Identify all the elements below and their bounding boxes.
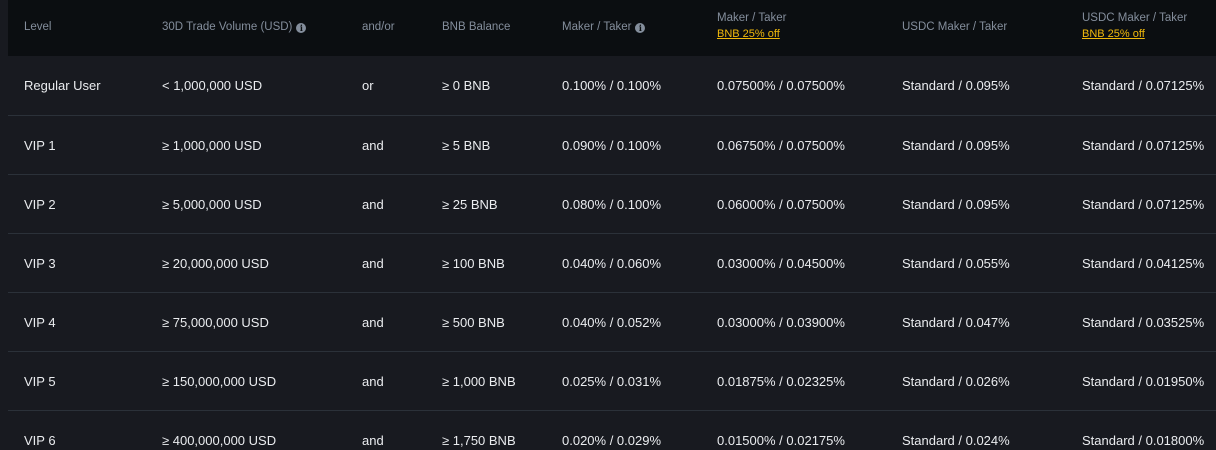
cell-andor: and: [362, 374, 384, 389]
header-usdc-maker-taker: USDC Maker / Taker: [902, 21, 1008, 33]
cell-volume: < 1,000,000 USD: [162, 78, 263, 93]
header-usdc-maker-taker-bnb: USDC Maker / Taker BNB 25% off: [1082, 10, 1187, 43]
cell-volume: ≥ 20,000,000 USD: [162, 256, 269, 271]
cell-andor: and: [362, 256, 384, 271]
cell-usdc-maker-taker: Standard / 0.095%: [902, 138, 1010, 153]
cell-andor: or: [362, 78, 374, 93]
cell-maker-taker: 0.020% / 0.029%: [562, 433, 662, 448]
fee-table: Level 30D Trade Volume (USD) i and/or BNB…: [8, 0, 1216, 450]
cell-level: VIP 2: [24, 197, 56, 212]
cell-usdc-maker-taker-bnb: Standard / 0.07125%: [1082, 78, 1205, 93]
header-andor: and/or: [362, 21, 395, 33]
usdc-bnb-discount-link[interactable]: BNB 25% off: [1082, 26, 1187, 43]
cell-maker-taker: 0.040% / 0.060%: [562, 256, 662, 271]
cell-maker-taker-bnb: 0.03000% / 0.04500%: [717, 256, 845, 271]
header-volume: 30D Trade Volume (USD) i: [162, 19, 307, 35]
cell-bnb-balance: ≥ 500 BNB: [442, 315, 505, 330]
cell-bnb-balance: ≥ 25 BNB: [442, 197, 498, 212]
cell-level: VIP 4: [24, 315, 56, 330]
cell-maker-taker-bnb: 0.07500% / 0.07500%: [717, 78, 845, 93]
header-level: Level: [24, 21, 52, 33]
bnb-discount-link[interactable]: BNB 25% off: [717, 26, 786, 43]
cell-volume: ≥ 150,000,000 USD: [162, 374, 277, 389]
header-bnb-balance: BNB Balance: [442, 21, 511, 33]
cell-level: VIP 6: [24, 433, 56, 448]
cell-usdc-maker-taker-bnb: Standard / 0.07125%: [1082, 197, 1205, 212]
cell-volume: ≥ 5,000,000 USD: [162, 197, 262, 212]
cell-andor: and: [362, 315, 384, 330]
cell-level: VIP 3: [24, 256, 56, 271]
cell-maker-taker: 0.100% / 0.100%: [562, 78, 662, 93]
cell-maker-taker-bnb: 0.03000% / 0.03900%: [717, 315, 845, 330]
cell-usdc-maker-taker-bnb: Standard / 0.03525%: [1082, 315, 1205, 330]
header-maker-taker: Maker / Taker i: [562, 19, 646, 35]
cell-usdc-maker-taker: Standard / 0.055%: [902, 256, 1010, 271]
cell-maker-taker-bnb: 0.06000% / 0.07500%: [717, 197, 845, 212]
cell-bnb-balance: ≥ 1,000 BNB: [442, 374, 516, 389]
cell-volume: ≥ 400,000,000 USD: [162, 433, 277, 448]
table-row: VIP 6 ≥ 400,000,000 USD and ≥ 1,750 BNB 0.02…: [8, 410, 1216, 450]
cell-maker-taker: 0.040% / 0.052%: [562, 315, 662, 330]
cell-volume: ≥ 1,000,000 USD: [162, 138, 262, 153]
cell-maker-taker-bnb: 0.01500% / 0.02175%: [717, 433, 845, 448]
cell-maker-taker: 0.025% / 0.031%: [562, 374, 662, 389]
cell-usdc-maker-taker: Standard / 0.095%: [902, 197, 1010, 212]
cell-bnb-balance: ≥ 1,750 BNB: [442, 433, 516, 448]
table-row: VIP 3 ≥ 20,000,000 USD and ≥ 100 BNB 0.040% …: [8, 233, 1216, 292]
cell-andor: and: [362, 197, 384, 212]
cell-usdc-maker-taker: Standard / 0.024%: [902, 433, 1010, 448]
cell-bnb-balance: ≥ 100 BNB: [442, 256, 505, 271]
cell-usdc-maker-taker: Standard / 0.047%: [902, 315, 1010, 330]
cell-level: VIP 5: [24, 374, 56, 389]
cell-usdc-maker-taker-bnb: Standard / 0.07125%: [1082, 138, 1205, 153]
cell-maker-taker-bnb: 0.01875% / 0.02325%: [717, 374, 845, 389]
header-maker-taker-bnb-label: Maker / Taker: [717, 12, 787, 24]
cell-volume: ≥ 75,000,000 USD: [162, 315, 269, 330]
cell-maker-taker: 0.080% / 0.100%: [562, 197, 662, 212]
cell-usdc-maker-taker-bnb: Standard / 0.01950%: [1082, 374, 1205, 389]
cell-usdc-maker-taker: Standard / 0.026%: [902, 374, 1010, 389]
info-icon[interactable]: i: [296, 23, 307, 33]
cell-andor: and: [362, 433, 384, 448]
table-row: VIP 1 ≥ 1,000,000 USD and ≥ 5 BNB 0.090% / 0…: [8, 115, 1216, 174]
header-usdc-maker-taker-bnb-label: USDC Maker / Taker: [1082, 12, 1188, 24]
header-maker-taker-bnb: Maker / Taker BNB 25% off: [717, 10, 786, 43]
cell-maker-taker-bnb: 0.06750% / 0.07500%: [717, 138, 845, 153]
cell-bnb-balance: ≥ 5 BNB: [442, 138, 491, 153]
cell-andor: and: [362, 138, 384, 153]
cell-maker-taker: 0.090% / 0.100%: [562, 138, 662, 153]
cell-usdc-maker-taker-bnb: Standard / 0.01800%: [1082, 433, 1205, 448]
table-row: Regular User < 1,000,000 USD or ≥ 0 BNB 0.10…: [8, 56, 1216, 115]
cell-level: VIP 1: [24, 138, 56, 153]
header-volume-label: 30D Trade Volume (USD): [162, 21, 293, 33]
table-header: Level 30D Trade Volume (USD) i and/or BNB…: [8, 0, 1216, 56]
cell-level: Regular User: [24, 78, 101, 93]
table-row: VIP 5 ≥ 150,000,000 USD and ≥ 1,000 BNB 0.02…: [8, 351, 1216, 410]
cell-usdc-maker-taker-bnb: Standard / 0.04125%: [1082, 256, 1205, 271]
info-icon[interactable]: i: [635, 23, 646, 33]
cell-bnb-balance: ≥ 0 BNB: [442, 78, 491, 93]
table-row: VIP 2 ≥ 5,000,000 USD and ≥ 25 BNB 0.080% / …: [8, 174, 1216, 233]
header-maker-taker-label: Maker / Taker: [562, 21, 632, 33]
cell-usdc-maker-taker: Standard / 0.095%: [902, 78, 1010, 93]
table-row: VIP 4 ≥ 75,000,000 USD and ≥ 500 BNB 0.040% …: [8, 292, 1216, 351]
